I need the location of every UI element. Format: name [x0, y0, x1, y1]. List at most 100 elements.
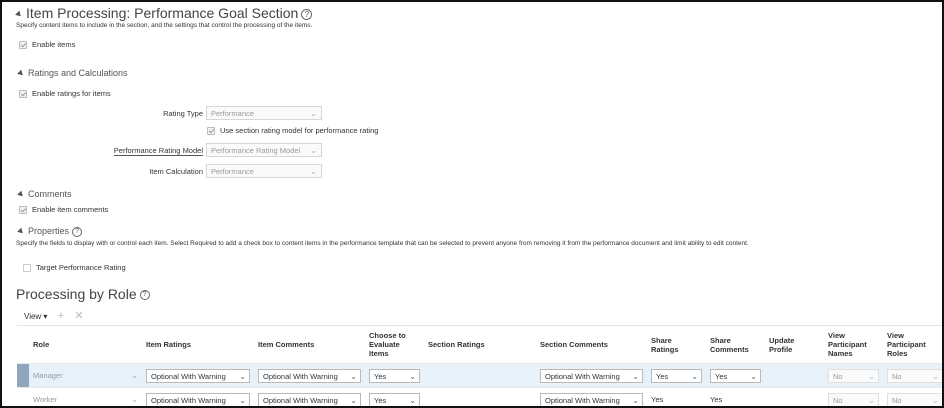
use-section-model-label: Use section rating model for performance…: [220, 126, 379, 135]
choose-evaluate-select[interactable]: Yes ⌄: [369, 392, 420, 406]
share-ratings-select[interactable]: Yes ⌄: [651, 368, 702, 383]
rating-type-select[interactable]: Performance ⌄: [206, 106, 322, 120]
collapse-triangle-icon[interactable]: [15, 10, 23, 19]
enable-ratings-checkbox[interactable]: [19, 90, 27, 99]
comments-heading[interactable]: Comments: [17, 189, 72, 199]
item-calc-value: Performance: [211, 167, 254, 176]
chevron-down-icon: ⌄: [750, 371, 757, 381]
view-names-select[interactable]: No ⌄: [828, 392, 879, 406]
view-names-cell: No ⌄: [824, 363, 883, 388]
view-names-cell: No ⌄: [824, 387, 883, 406]
col-item-ratings: Item Ratings: [142, 325, 254, 364]
rating-type-label: Rating Type: [163, 109, 203, 118]
target-rating-checkbox[interactable]: [23, 264, 31, 273]
item-processing-description: Specify content items to include in the …: [16, 22, 313, 29]
col-section-comments: Section Comments: [536, 325, 647, 364]
item-ratings-cell: Optional With Warning ⌄: [142, 387, 254, 406]
properties-heading[interactable]: Properties?: [17, 226, 83, 237]
share-comments-cell: Yes: [706, 387, 765, 406]
view-roles-select[interactable]: No ⌄: [887, 368, 942, 383]
col-share-ratings: Share Ratings: [647, 325, 706, 364]
chevron-down-icon: ⌄: [409, 395, 416, 405]
use-section-model-checkbox[interactable]: [207, 127, 215, 136]
enable-items-row[interactable]: Enable items: [19, 40, 75, 50]
processing-title: Processing by Role: [16, 286, 137, 302]
collapse-triangle-icon[interactable]: [17, 190, 25, 199]
target-rating-row[interactable]: Target Performance Rating: [23, 263, 126, 273]
choose-evaluate-cell: Yes ⌄: [365, 387, 424, 406]
section-comments-select[interactable]: Optional With Warning ⌄: [540, 368, 643, 383]
col-section-ratings: Section Ratings: [424, 325, 536, 364]
plus-icon[interactable]: +: [58, 310, 64, 322]
chevron-down-icon: ⌄: [350, 371, 357, 381]
col-item-comments: Item Comments: [254, 325, 365, 364]
section-comments-select[interactable]: Optional With Warning ⌄: [540, 392, 643, 406]
item-comments-select[interactable]: Optional With Warning ⌄: [258, 392, 361, 406]
item-calc-select[interactable]: Performance ⌄: [206, 164, 322, 178]
processing-table: Role Item Ratings Item Comments Choose t…: [17, 325, 942, 406]
item-comments-select[interactable]: Optional With Warning ⌄: [258, 368, 361, 383]
collapse-triangle-icon[interactable]: [17, 69, 25, 78]
share-comments-select[interactable]: Yes ⌄: [710, 368, 761, 383]
role-select[interactable]: Manager ⌄: [29, 363, 142, 388]
chevron-down-icon: ⌄: [350, 395, 357, 405]
page-frame: Item Processing: Performance Goal Sectio…: [0, 0, 944, 408]
chevron-down-icon: ⌄: [239, 371, 246, 381]
item-processing-heading[interactable]: Item Processing: Performance Goal Sectio…: [15, 5, 313, 21]
section-ratings-cell: [424, 387, 536, 406]
help-icon[interactable]: ?: [301, 8, 313, 20]
item-ratings-select[interactable]: Optional With Warning ⌄: [146, 368, 250, 383]
close-icon[interactable]: ✕: [74, 310, 83, 322]
share-ratings-cell: Yes ⌄: [647, 363, 706, 388]
enable-ratings-row[interactable]: Enable ratings for items: [19, 89, 111, 99]
col-update-profile: Update Profile: [765, 325, 824, 364]
col-view-names: View Participant Names: [824, 325, 883, 364]
collapse-triangle-icon[interactable]: [17, 227, 25, 236]
item-ratings-select[interactable]: Optional With Warning ⌄: [146, 392, 250, 406]
row-marker: [17, 387, 29, 406]
role-value: Manager: [33, 371, 63, 380]
use-section-model-row[interactable]: Use section rating model for performance…: [207, 126, 379, 136]
choose-evaluate-select[interactable]: Yes ⌄: [369, 368, 420, 383]
chevron-down-icon: ⌄: [632, 395, 639, 405]
update-profile-cell: [765, 363, 824, 388]
view-menu[interactable]: View ▾: [24, 312, 47, 321]
ratings-heading[interactable]: Ratings and Calculations: [17, 68, 128, 78]
item-ratings-cell: Optional With Warning ⌄: [142, 363, 254, 388]
choose-evaluate-cell: Yes ⌄: [365, 363, 424, 388]
chevron-down-icon: ⌄: [932, 395, 939, 405]
item-comments-cell: Optional With Warning ⌄: [254, 363, 365, 388]
section-ratings-cell: [424, 363, 536, 388]
help-icon[interactable]: ?: [139, 290, 150, 301]
table-row[interactable]: Worker ⌄ Optional With Warning ⌄ Optional …: [17, 387, 942, 406]
share-ratings-cell: Yes: [647, 387, 706, 406]
col-view-roles: View Participant Roles: [883, 325, 942, 364]
perf-model-value: Performance Rating Model: [211, 146, 301, 155]
enable-ratings-label: Enable ratings for items: [32, 89, 111, 98]
share-comments-cell: Yes ⌄: [706, 363, 765, 388]
view-roles-select[interactable]: No ⌄: [887, 392, 942, 406]
help-icon[interactable]: ?: [72, 226, 83, 237]
section-comments-cell: Optional With Warning ⌄: [536, 363, 647, 388]
view-names-select[interactable]: No ⌄: [828, 368, 879, 383]
role-select[interactable]: Worker ⌄: [29, 387, 142, 406]
chevron-down-icon: ⌄: [868, 395, 875, 405]
chevron-down-icon: ⌄: [310, 146, 317, 155]
perf-model-select[interactable]: Performance Rating Model ⌄: [206, 143, 322, 157]
chevron-down-icon: ⌄: [932, 371, 939, 381]
enable-comments-row[interactable]: Enable item comments: [19, 205, 108, 215]
chevron-down-icon: ⌄: [310, 109, 317, 118]
enable-items-checkbox[interactable]: [19, 41, 27, 50]
target-rating-label: Target Performance Rating: [36, 263, 126, 272]
enable-comments-checkbox[interactable]: [19, 206, 27, 215]
row-marker: [17, 363, 29, 388]
comments-heading-label: Comments: [28, 189, 72, 199]
view-roles-cell: No ⌄: [883, 387, 942, 406]
col-share-comments: Share Comments: [706, 325, 765, 364]
section-comments-cell: Optional With Warning ⌄: [536, 387, 647, 406]
chevron-down-icon: ⌄: [131, 371, 138, 380]
ratings-heading-label: Ratings and Calculations: [28, 68, 128, 78]
table-row[interactable]: Manager ⌄ Optional With Warning ⌄ Optional…: [17, 363, 942, 388]
item-comments-cell: Optional With Warning ⌄: [254, 387, 365, 406]
properties-heading-label: Properties: [28, 226, 70, 236]
